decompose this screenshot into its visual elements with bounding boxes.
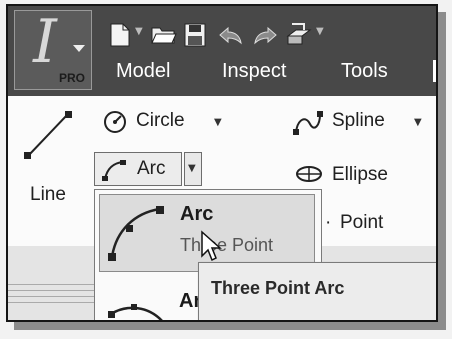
arc-dropdown-icon: ▼: [188, 163, 196, 174]
panel-divider: [8, 290, 94, 291]
point-tool-prefix: ·: [325, 212, 332, 233]
tab-tools[interactable]: Tools: [341, 60, 388, 83]
new-file-icon[interactable]: [108, 22, 132, 48]
center-arc-icon: [108, 304, 163, 320]
circle-dropdown-icon[interactable]: ▼: [214, 117, 222, 128]
arc-split-button[interactable]: Arc: [94, 152, 182, 186]
new-file-dropdown-icon[interactable]: ▼: [135, 26, 143, 37]
mouse-cursor-icon: [201, 230, 222, 262]
panel-divider: [8, 302, 94, 303]
application-window: I PRO ▼ ▼ Model Inspect Tools Line Circl…: [6, 4, 438, 322]
title-menu-bar: I PRO ▼ ▼ Model Inspect Tools: [8, 6, 436, 96]
circle-tool-label[interactable]: Circle: [136, 110, 185, 132]
panel-divider: [8, 296, 94, 297]
arc-dropdown-toggle[interactable]: ▼: [184, 152, 202, 186]
panel-divider: [8, 284, 94, 285]
arc-tool-icon: [102, 160, 126, 181]
dropdown-item-subtitle: Three Point: [180, 235, 274, 255]
application-menu-button[interactable]: I PRO: [14, 10, 92, 90]
app-pro-badge: PRO: [59, 71, 86, 85]
spline-dropdown-icon[interactable]: ▼: [414, 117, 422, 128]
redo-icon[interactable]: [252, 25, 278, 45]
ellipse-tool-icon[interactable]: [294, 164, 324, 184]
plot-icon[interactable]: [284, 22, 312, 48]
point-tool-label[interactable]: Point: [340, 212, 383, 234]
three-point-arc-icon: [108, 206, 164, 261]
line-tool-label[interactable]: Line: [30, 184, 66, 206]
save-icon[interactable]: [184, 23, 206, 47]
ellipse-tool-label[interactable]: Ellipse: [332, 164, 388, 186]
app-logo-icon: I: [33, 7, 57, 77]
arc-tool-label: Arc: [137, 158, 166, 179]
plot-dropdown-icon[interactable]: ▼: [316, 26, 324, 37]
open-folder-icon[interactable]: [151, 25, 177, 45]
tooltip-text: Three Point Arc: [211, 278, 345, 298]
tab-overflow-marker: [433, 60, 436, 82]
window-shadow-right: [438, 12, 446, 330]
circle-tool-icon[interactable]: [102, 109, 128, 135]
tab-model[interactable]: Model: [116, 60, 170, 83]
tooltip: Three Point Arc: [198, 262, 436, 320]
line-tool-icon[interactable]: [22, 108, 74, 162]
window-shadow-bottom: [14, 322, 446, 330]
spline-tool-label[interactable]: Spline: [332, 110, 385, 132]
undo-icon[interactable]: [218, 25, 244, 45]
app-menu-arrow-icon: [73, 45, 85, 52]
tab-inspect[interactable]: Inspect: [222, 60, 286, 83]
spline-tool-icon[interactable]: [292, 110, 326, 136]
dropdown-item-title: Arc: [180, 203, 214, 225]
